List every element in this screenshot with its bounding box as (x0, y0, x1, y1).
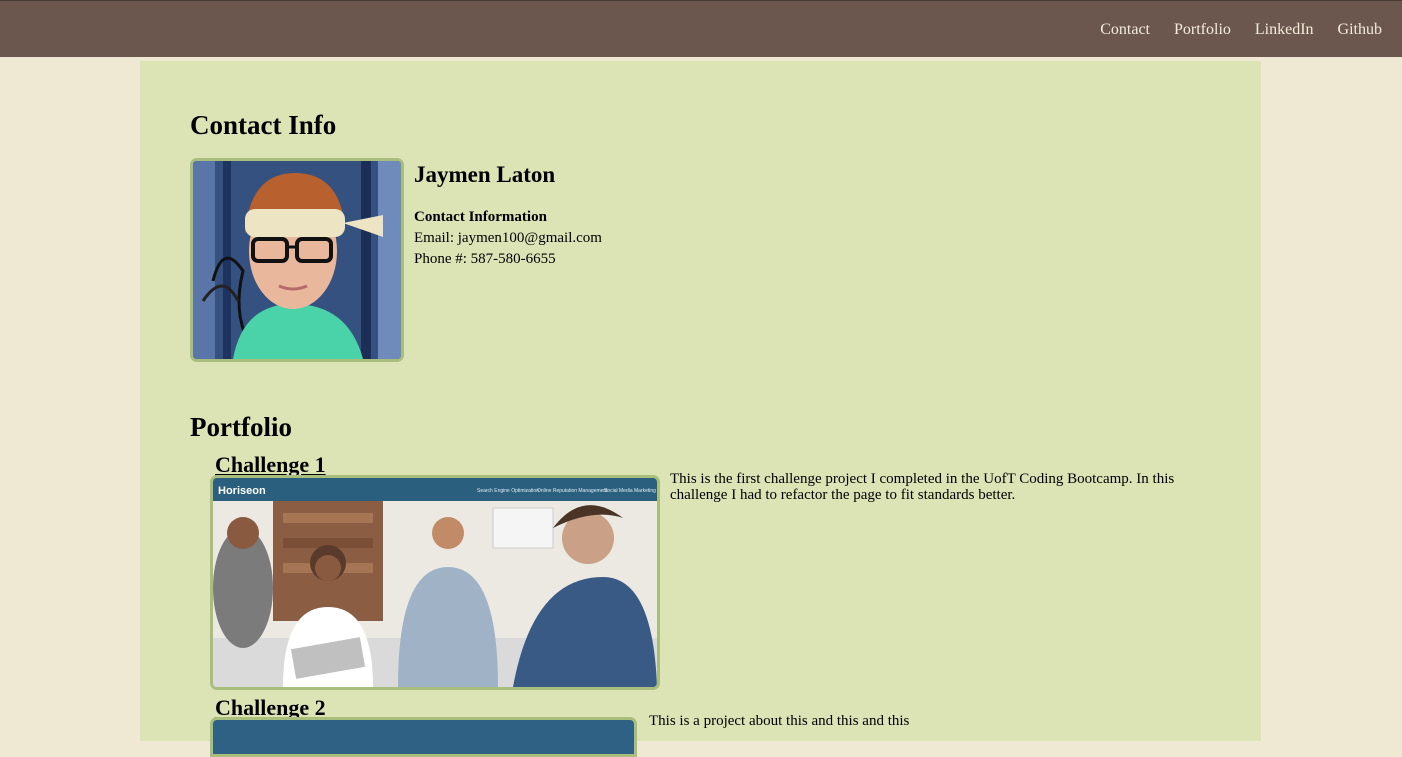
challenge-2-description: This is a project about this and this an… (649, 713, 910, 729)
nav-link-github[interactable]: Github (1338, 20, 1382, 40)
contact-email: Email: jaymen100@gmail.com (414, 230, 602, 246)
nav-link-linkedin[interactable]: LinkedIn (1255, 20, 1314, 40)
nav-link-contact[interactable]: Contact (1100, 20, 1150, 40)
portfolio-section-title: Portfolio (190, 412, 292, 442)
challenge-1-screenshot[interactable]: Horiseon Search Engine Optimization Onli… (210, 475, 660, 690)
contact-info-heading: Contact Information (414, 209, 547, 225)
main-content: Contact Info Jaymen Laton Contact Inform… (140, 61, 1261, 757)
top-nav-bar: Contact Portfolio LinkedIn Github (0, 0, 1402, 57)
challenge-1-description: This is the first challenge project I co… (670, 471, 1175, 503)
nav-link-portfolio[interactable]: Portfolio (1174, 20, 1231, 40)
screenshot-nav-2: Online Reputation Management (537, 488, 608, 494)
contact-name: Jaymen Laton (414, 162, 556, 187)
screenshot-nav-3: Social Media Marketing (604, 488, 656, 494)
contact-phone: Phone #: 587-580-6655 (414, 251, 556, 267)
main-nav: Contact Portfolio LinkedIn Github (1100, 20, 1382, 40)
contact-details: Contact Information Email: jaymen100@gma… (414, 207, 602, 270)
screenshot-nav-1: Search Engine Optimization (477, 488, 539, 494)
profile-photo (190, 158, 404, 362)
contact-section-title: Contact Info (190, 110, 337, 140)
screenshot-brand: Horiseon (218, 485, 266, 497)
challenge-2-screenshot[interactable] (210, 717, 637, 757)
